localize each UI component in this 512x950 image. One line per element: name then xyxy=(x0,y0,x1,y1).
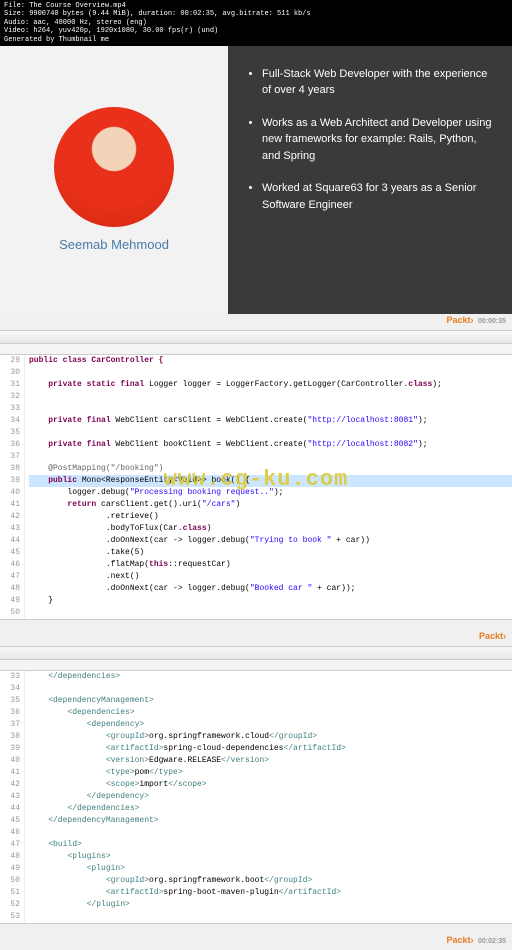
code-area[interactable]: public class CarController { private sta… xyxy=(25,355,512,619)
packt-logo: Packt› xyxy=(479,631,506,641)
meta-line: Video: h264, yuv420p, 1920x1080, 30.00 f… xyxy=(4,27,508,35)
bio-list: Full-Stack Web Developer with the experi… xyxy=(246,66,494,214)
meta-line: File: The Course Overview.mp4 xyxy=(4,2,508,10)
bio-item: Full-Stack Web Developer with the experi… xyxy=(262,66,494,99)
ide-panel-xml: 33 34 35 36 37 38 39 40 41 42 43 44 45 4… xyxy=(0,646,512,934)
code-area[interactable]: </dependencies> <dependencyManagement> <… xyxy=(25,671,512,923)
slide-left: Seemab Mehmood xyxy=(0,46,228,314)
packt-footer: Packt› xyxy=(0,630,512,646)
bio-item: Works as a Web Architect and Developer u… xyxy=(262,115,494,165)
ide-tabs[interactable] xyxy=(0,344,512,355)
ide-statusbar xyxy=(0,923,512,934)
timestamp: 00:02:35 xyxy=(478,938,506,945)
line-gutter: 33 34 35 36 37 38 39 40 41 42 43 44 45 4… xyxy=(0,671,25,923)
packt-logo: Packt› xyxy=(446,315,473,325)
meta-line: Audio: aac, 48000 Hz, stereo (eng) xyxy=(4,19,508,27)
meta-line: Size: 9900740 bytes (9.44 MiB), duration… xyxy=(4,10,508,18)
ide-statusbar xyxy=(0,619,512,630)
presenter-slide: Seemab Mehmood Full-Stack Web Developer … xyxy=(0,46,512,314)
slide-right: Full-Stack Web Developer with the experi… xyxy=(228,46,512,314)
line-gutter: 29 30 31 32 33 34 35 36 37 38 39 40 41 4… xyxy=(0,355,25,619)
presenter-avatar xyxy=(54,107,174,227)
ide-tabs[interactable] xyxy=(0,660,512,671)
video-metadata: File: The Course Overview.mp4 Size: 9900… xyxy=(0,0,512,46)
presenter-name: Seemab Mehmood xyxy=(59,237,169,252)
bio-item: Worked at Square63 for 3 years as a Seni… xyxy=(262,180,494,213)
packt-logo: Packt› xyxy=(446,935,473,945)
ide-toolbar[interactable] xyxy=(0,647,512,660)
packt-footer: Packt› 00:02:35 xyxy=(0,934,512,950)
ide-panel-java: www.cg-ku.com 29 30 31 32 33 34 35 36 37… xyxy=(0,330,512,630)
ide-toolbar[interactable] xyxy=(0,331,512,344)
packt-footer: Packt› 00:00:35 xyxy=(0,314,512,330)
timestamp: 00:00:35 xyxy=(478,318,506,325)
meta-line: Generated by Thumbnail me xyxy=(4,36,508,44)
